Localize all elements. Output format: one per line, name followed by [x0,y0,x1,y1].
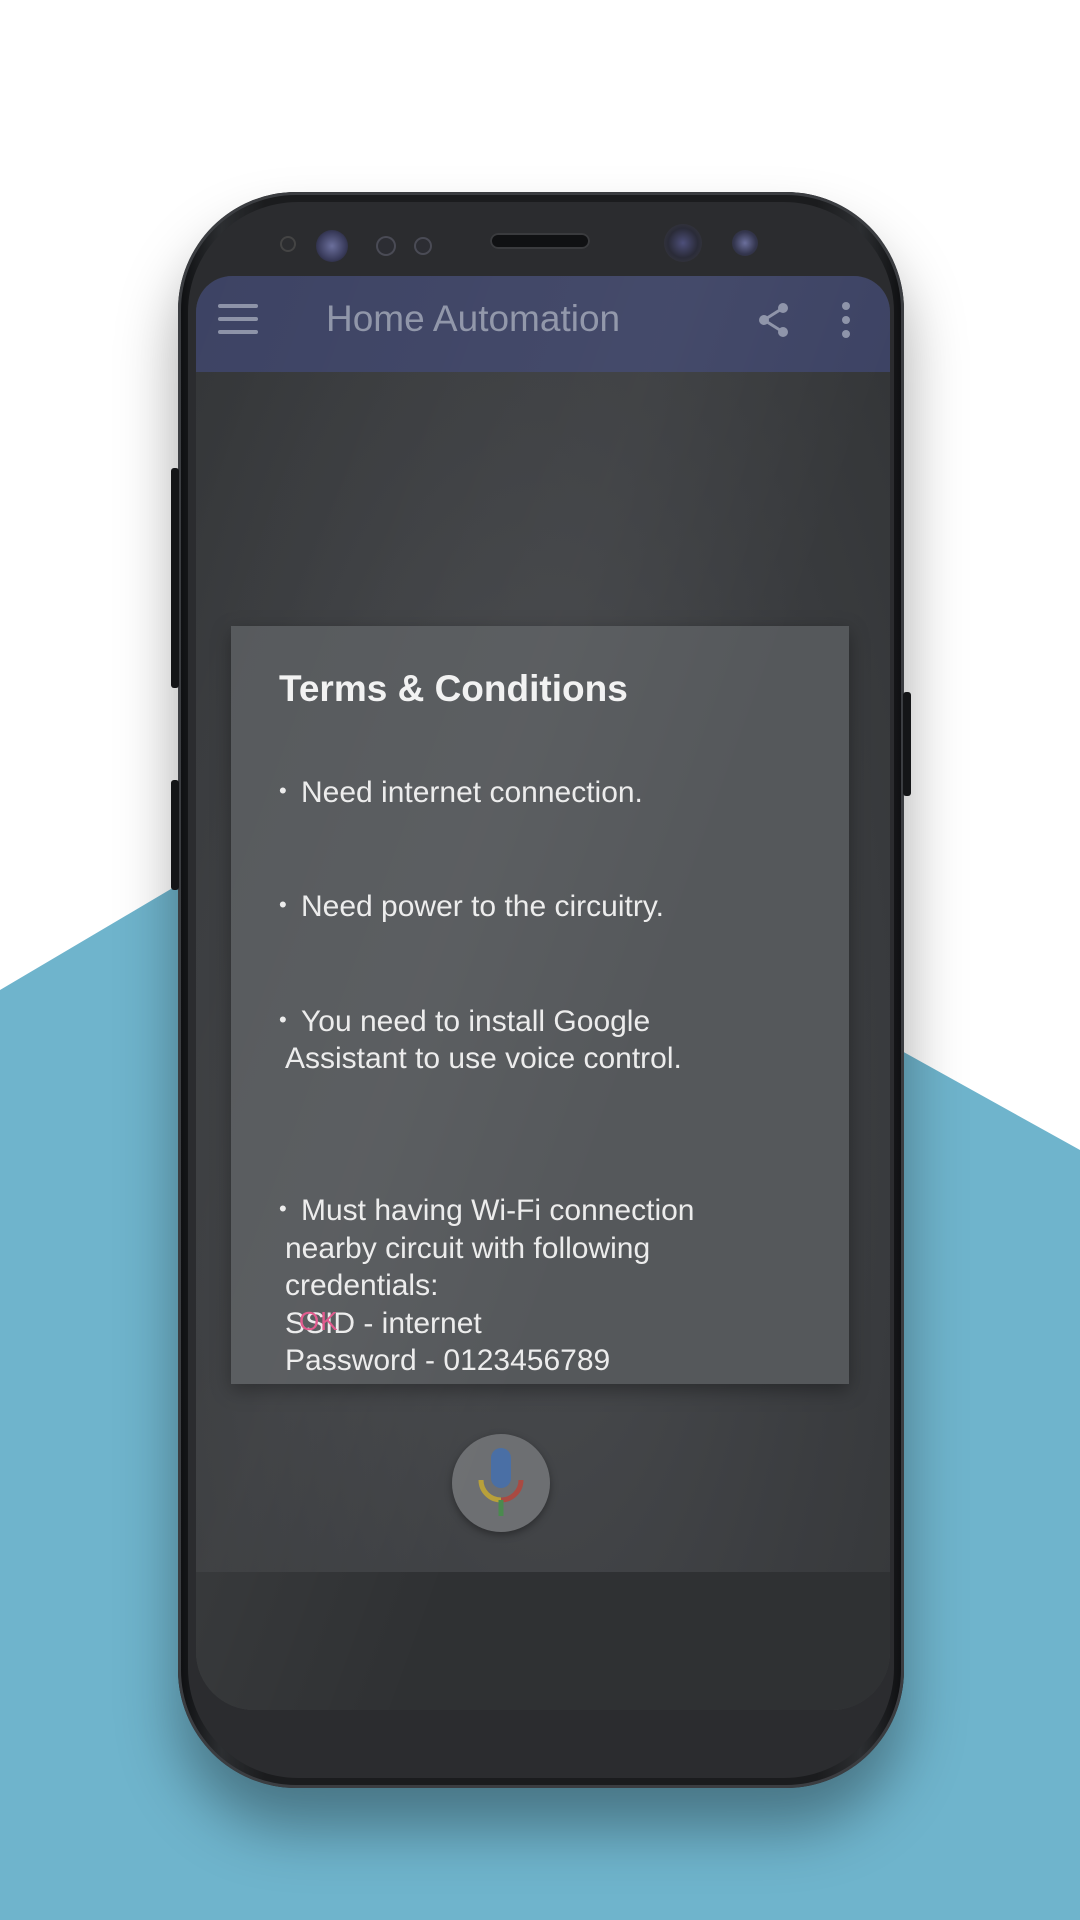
share-icon[interactable] [756,300,792,340]
term-item: • Must having Wi-Fi connection nearby cir… [279,1153,819,1418]
bullet-icon: • [279,892,287,917]
bullet-icon: • [279,1006,287,1032]
earpiece-speaker [490,233,590,249]
iris-camera [732,230,758,256]
google-mic-icon [478,1448,524,1516]
dialog-title: Terms & Conditions [279,668,628,709]
term-text: Need internet connection. [301,775,643,809]
more-vertical-icon[interactable] [840,300,852,340]
app-title: Home Automation [326,298,621,339]
app-bar: Home Automation [196,276,890,372]
term-item: • Need internet connection. [279,734,819,811]
voice-input-button[interactable] [452,1434,550,1532]
iris-scanner [316,230,348,262]
term-text-continued: Assistant to use voice control. [285,1042,682,1075]
terms-dialog: Terms & Conditions • Need internet connec… [231,626,849,1384]
ok-button[interactable]: OK [299,1306,339,1337]
term-item: • You need to install Google Assistant to… [279,963,819,1115]
side-button-power [903,692,911,796]
term-text: Must having Wi-Fi connection [301,1194,695,1227]
phone-screen: Home Automation Terms & Conditions • Need… [196,276,890,1710]
terms-list: • Need internet connection. • Need power t… [279,734,819,1455]
term-text-continued: nearby circuit with following credential… [285,1231,651,1378]
front-camera [664,224,702,262]
proximity-sensor [280,236,296,252]
hamburger-menu-icon[interactable] [218,304,258,336]
light-sensor [376,236,396,256]
term-text: Need power to the circuitry. [301,890,664,923]
side-button-volume-down [171,780,179,890]
bullet-icon: • [279,777,287,803]
bullet-icon: • [279,1196,287,1221]
term-text: You need to install Google [301,1004,651,1038]
side-button-volume-up [171,468,179,688]
light-sensor-2 [414,237,432,255]
navigation-area [196,1572,890,1710]
term-item: • Need power to the circuitry. [279,849,819,926]
